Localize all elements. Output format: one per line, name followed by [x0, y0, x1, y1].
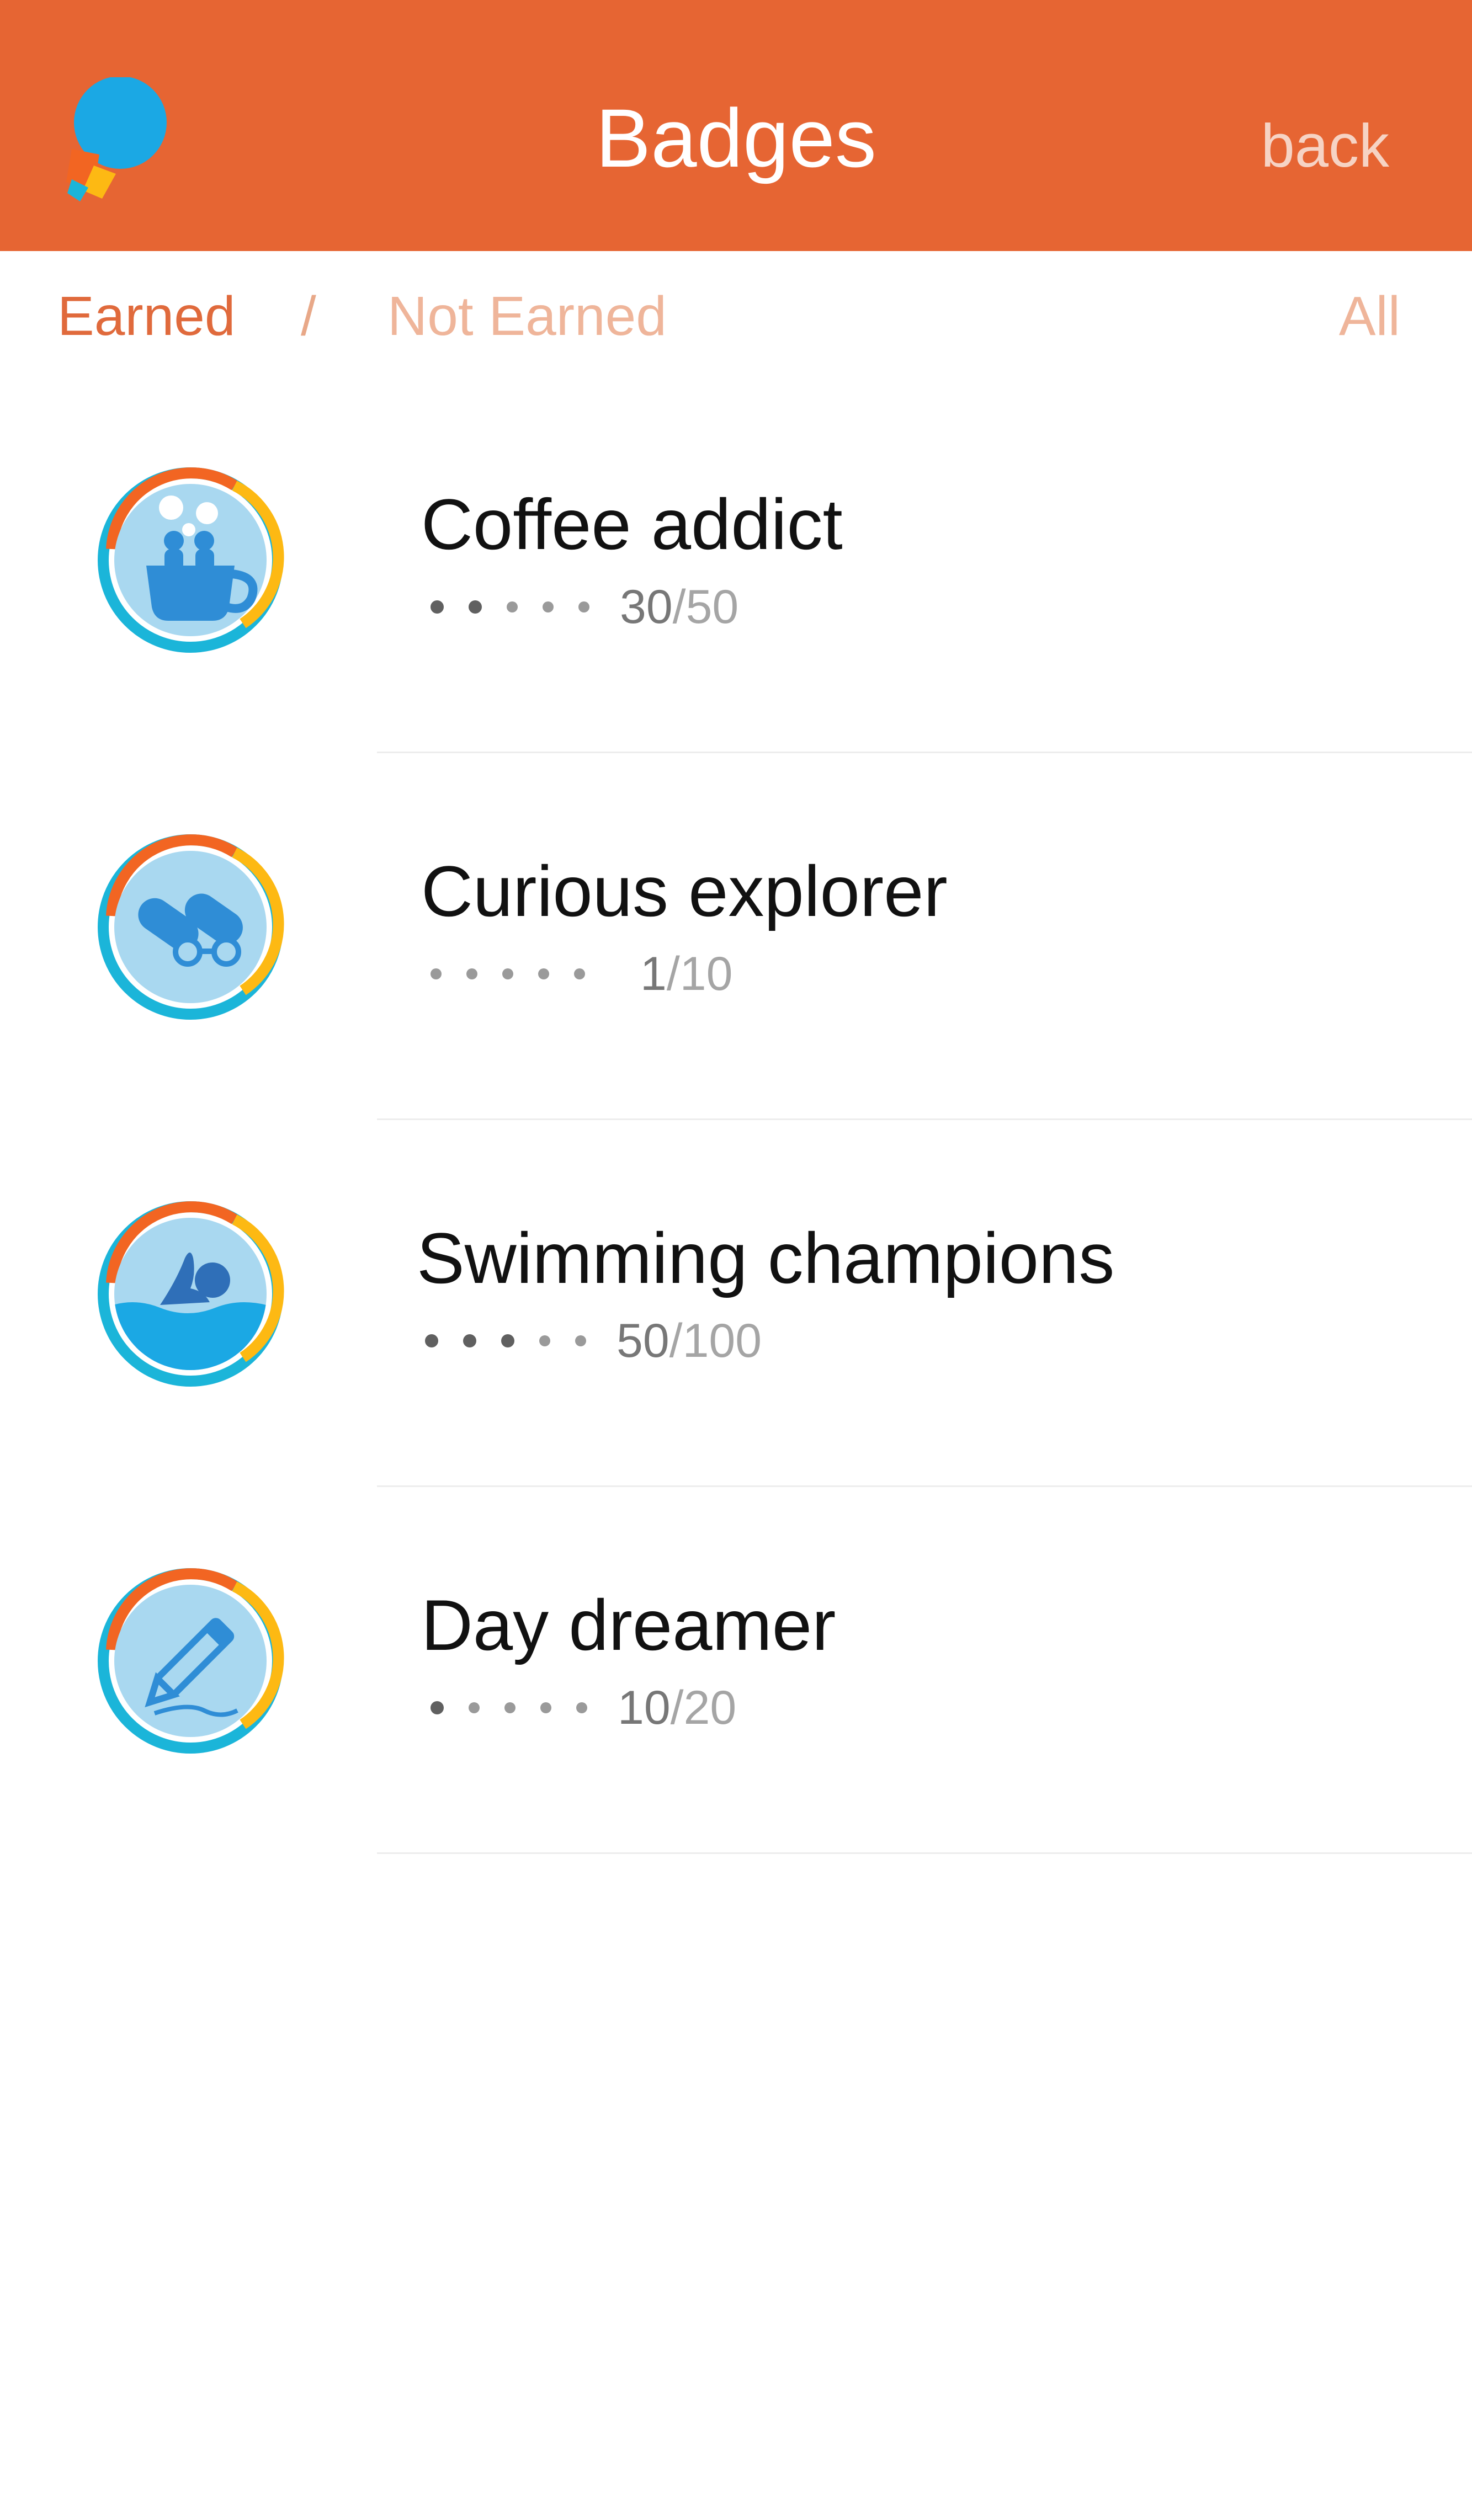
filter-bar: Earned / Not Earned All	[0, 251, 1472, 375]
badge-progress: 30/50	[431, 579, 738, 635]
badge-count: 30/50	[620, 579, 738, 635]
badge-count: 10/20	[618, 1680, 736, 1735]
badge-name: Curious explorer	[421, 851, 948, 931]
badge-progress: 50/100	[425, 1313, 762, 1368]
progress-dot	[431, 968, 442, 979]
page-title: Badges	[596, 92, 876, 184]
header-bar: Badges back	[0, 0, 1472, 251]
badge-name: Swimming champions	[417, 1218, 1115, 1298]
badge-count-current: 10	[618, 1681, 671, 1734]
badge-count-total: /100	[669, 1314, 762, 1367]
progress-dot	[502, 968, 513, 979]
badge-name: Coffee addict	[421, 484, 843, 564]
filter-not-earned-tab[interactable]: Not Earned	[387, 283, 667, 349]
filter-separator: /	[301, 285, 316, 347]
row-divider	[377, 1852, 1472, 1854]
badge-count-current: 30	[620, 580, 673, 633]
progress-dot	[575, 1335, 586, 1346]
badge-count-total: /20	[670, 1681, 737, 1734]
progress-dot	[539, 1335, 550, 1346]
progress-dot	[574, 968, 585, 979]
swimmer-icon	[98, 1201, 284, 1387]
progress-dot	[431, 1701, 444, 1714]
progress-dot	[504, 1702, 516, 1713]
badge-row[interactable]: Curious explorer 1/10	[0, 753, 1472, 1120]
progress-dot	[507, 601, 518, 612]
badge-count: 1/10	[640, 946, 732, 1001]
progress-dot	[576, 1702, 587, 1713]
progress-dot	[540, 1702, 551, 1713]
badge-list: Coffee addict 30/50 Curious explorer 1/1…	[0, 386, 1472, 1854]
binoculars-icon	[98, 834, 284, 1020]
badge-name: Day dreamer	[421, 1585, 836, 1665]
progress-dot	[466, 968, 477, 979]
back-button[interactable]: back	[1261, 110, 1389, 182]
badge-row[interactable]: Coffee addict 30/50	[0, 386, 1472, 753]
filter-all-tab[interactable]: All	[1339, 283, 1400, 349]
coffee-cup-icon	[98, 467, 284, 653]
filter-earned-tab[interactable]: Earned	[57, 283, 235, 349]
badge-row[interactable]: Swimming champions 50/100	[0, 1120, 1472, 1487]
progress-dot	[425, 1334, 438, 1347]
progress-dot	[463, 1334, 476, 1347]
badge-progress: 1/10	[431, 946, 732, 1001]
badge-progress: 10/20	[431, 1680, 736, 1735]
badge-row[interactable]: Day dreamer 10/20	[0, 1487, 1472, 1854]
progress-dot	[469, 600, 482, 614]
badge-count-total: /50	[672, 580, 739, 633]
badge-count: 50/100	[617, 1313, 762, 1368]
progress-dot	[501, 1334, 514, 1347]
pencil-icon	[98, 1568, 284, 1754]
badge-count-total: /10	[666, 947, 733, 1000]
progress-dot	[578, 601, 589, 612]
badge-count-current: 1	[640, 947, 667, 1000]
progress-dot	[431, 600, 444, 614]
progress-dot	[469, 1702, 480, 1713]
badge-count-current: 50	[617, 1314, 669, 1367]
progress-dot	[538, 968, 549, 979]
progress-dot	[543, 601, 554, 612]
